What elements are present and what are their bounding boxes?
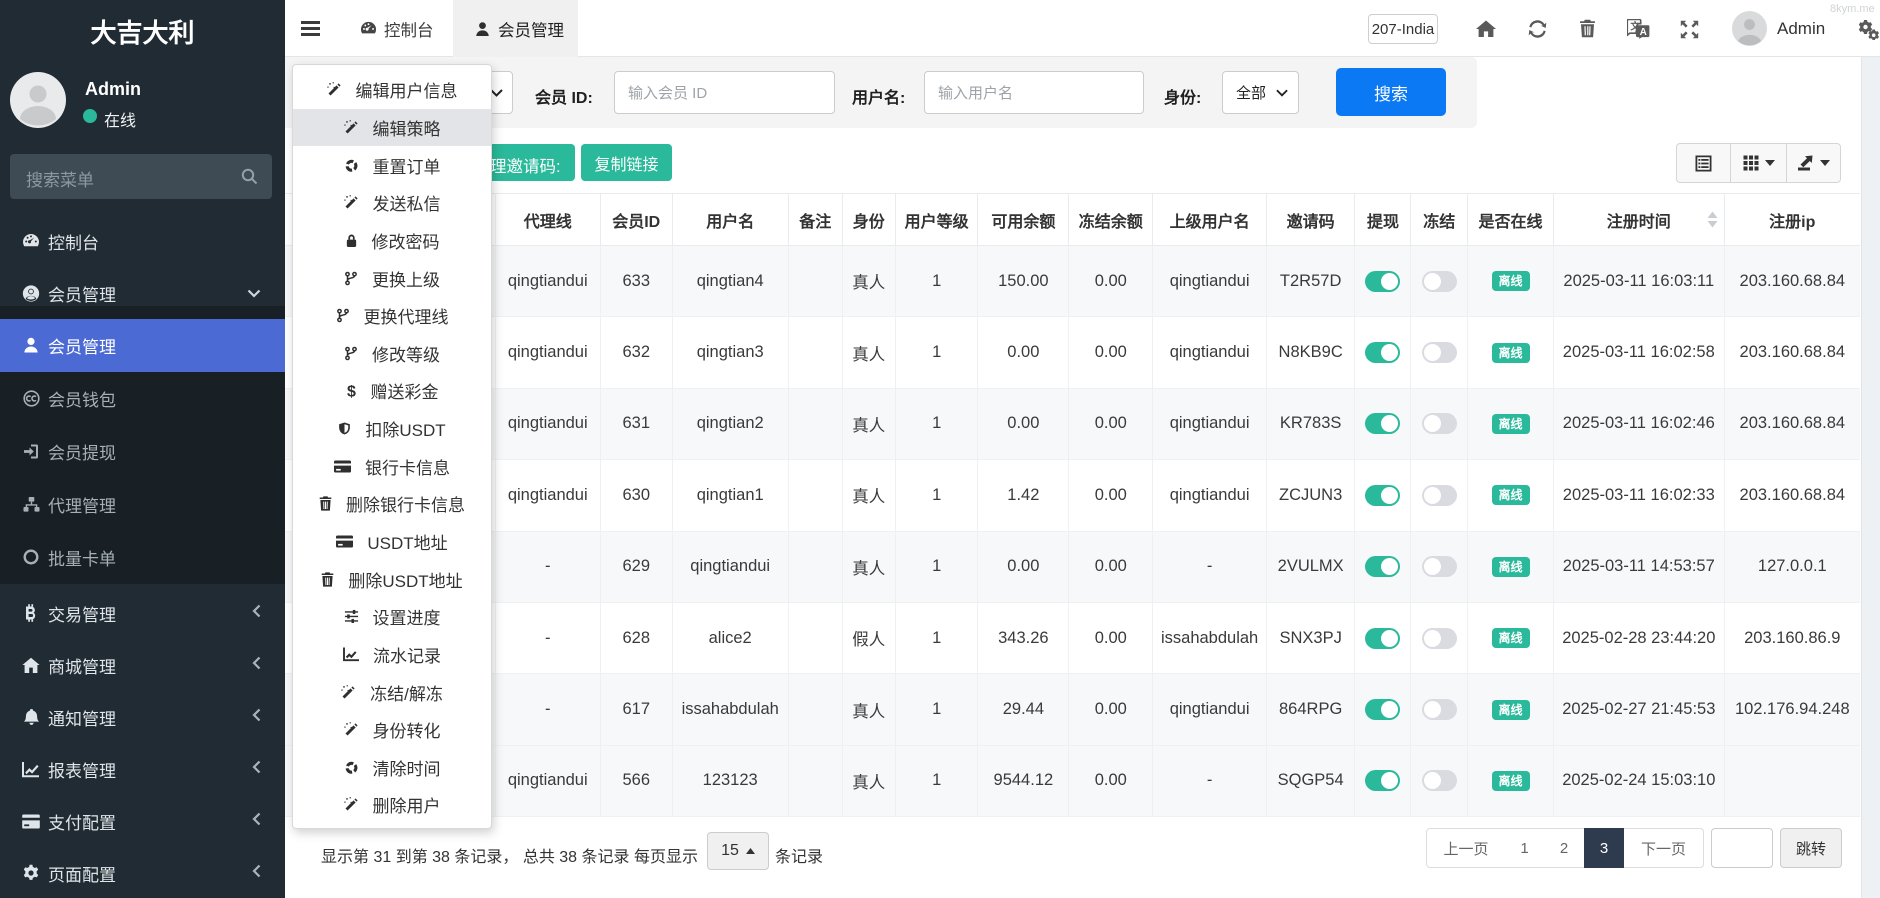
- svg-text:$: $: [347, 384, 356, 399]
- svg-text:A: A: [1640, 27, 1647, 38]
